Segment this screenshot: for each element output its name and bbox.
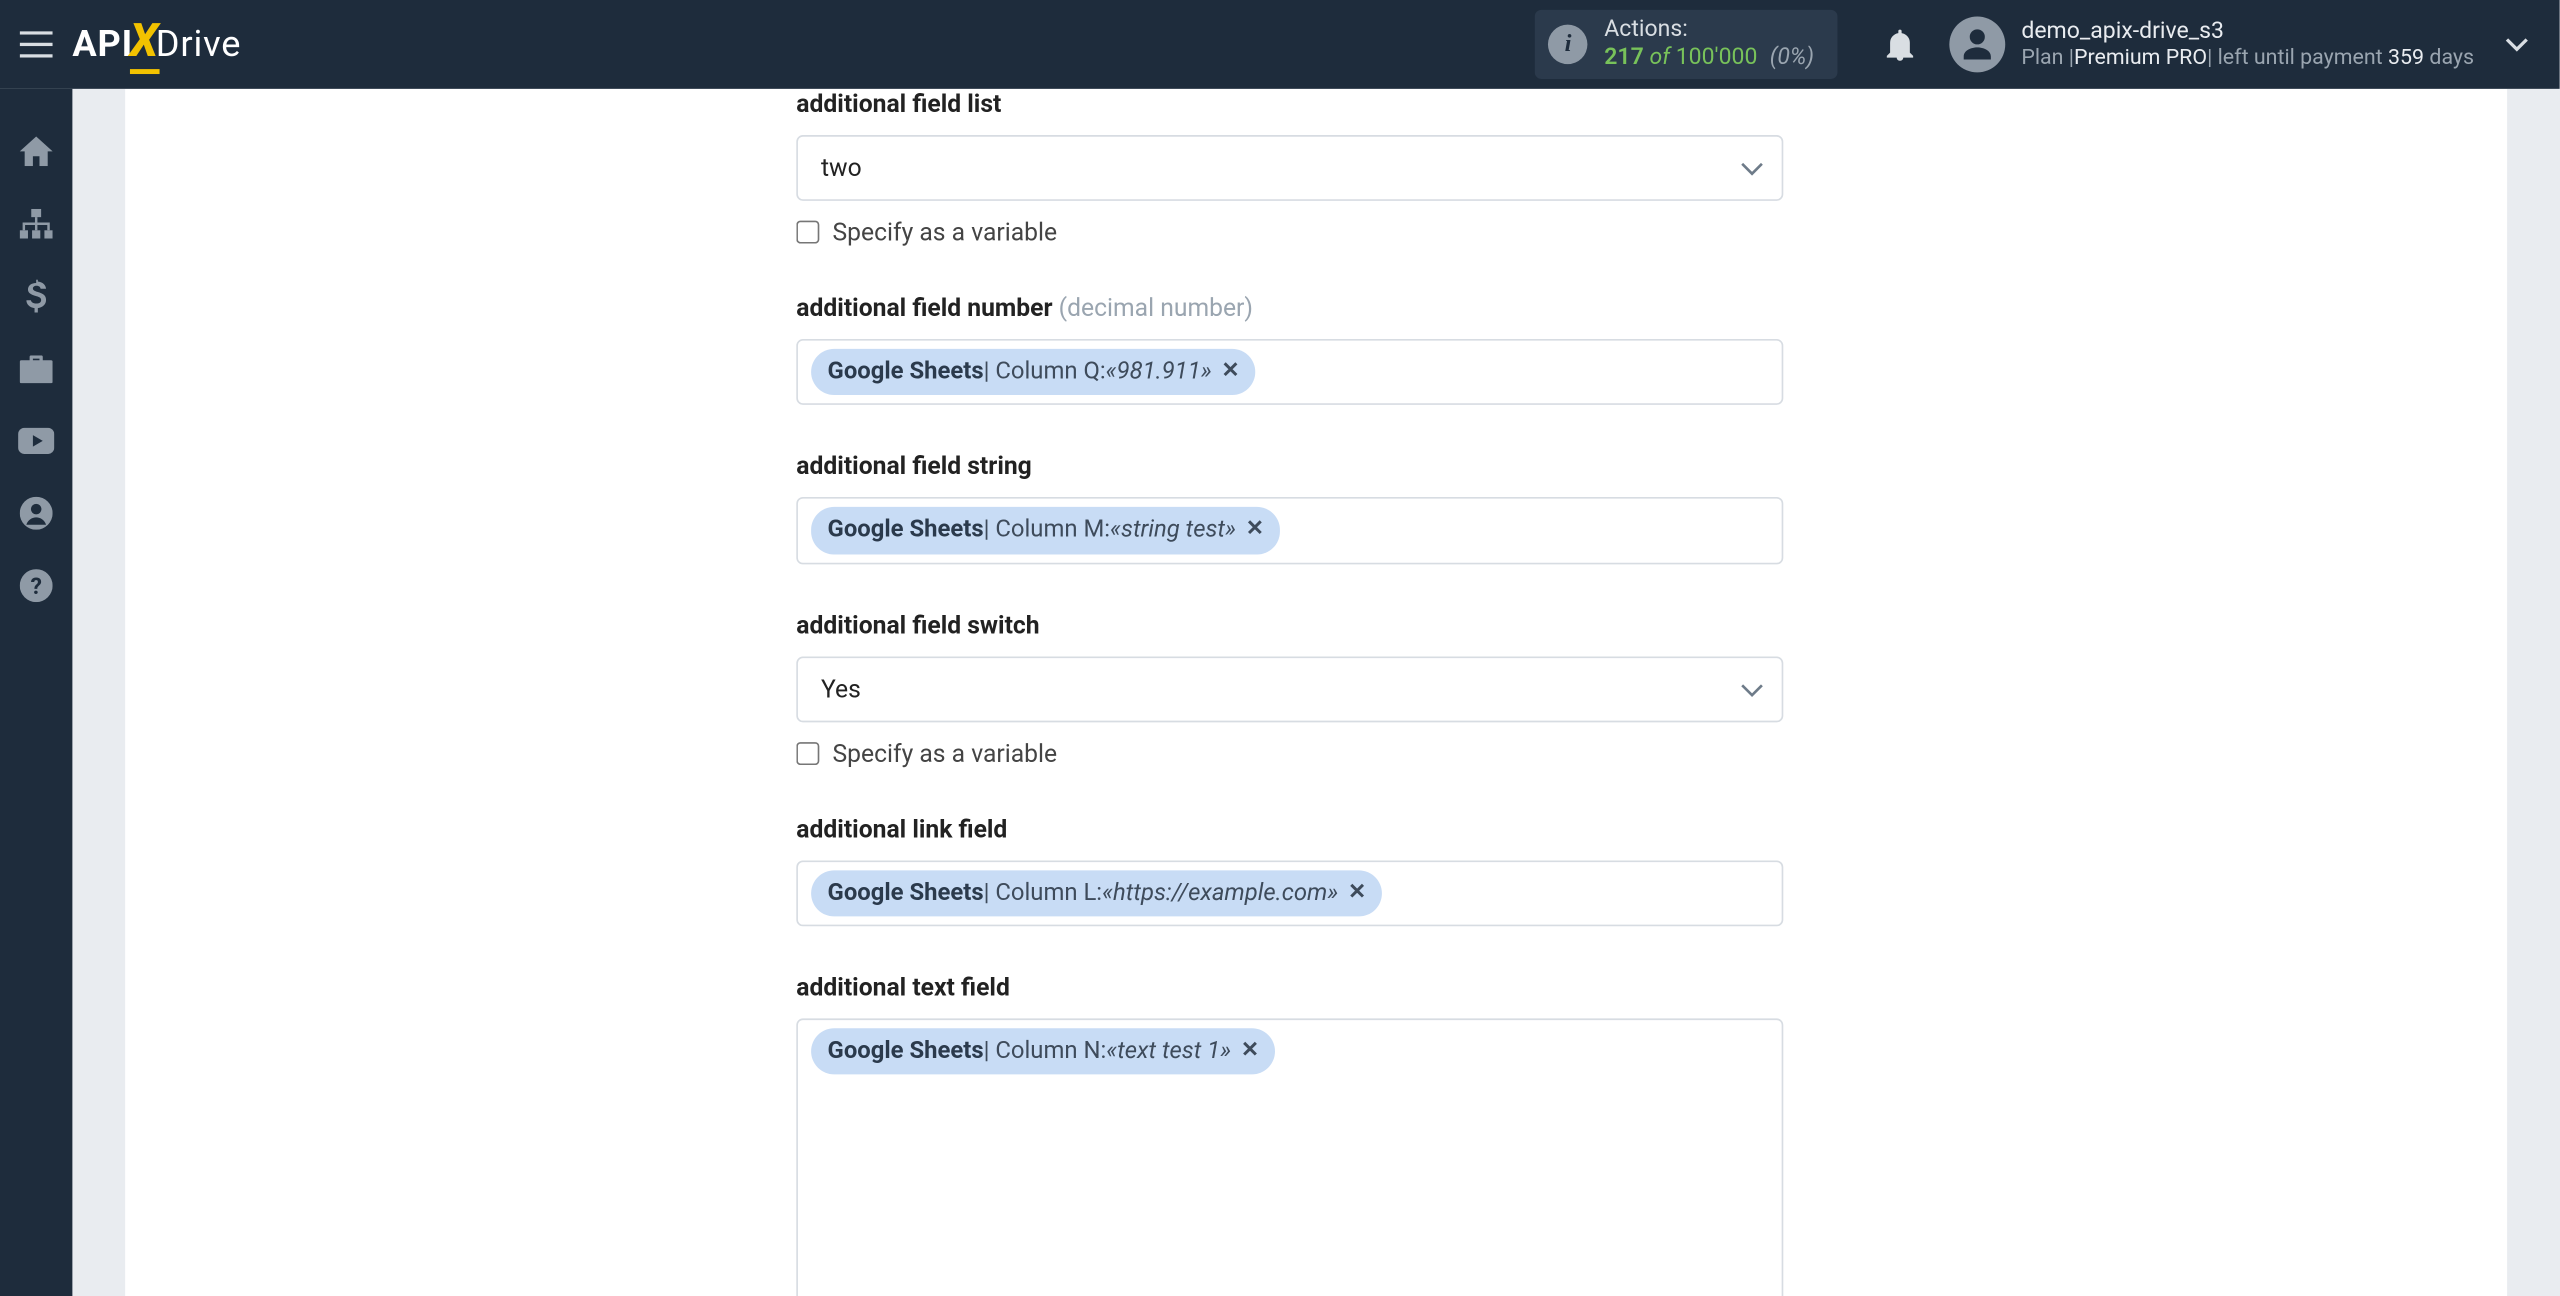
- field-switch-label: additional field switch: [796, 610, 1783, 640]
- field-string-tag[interactable]: Google Sheets | Column M: «string test» …: [811, 507, 1280, 554]
- user-menu-toggle[interactable]: [2484, 37, 2550, 52]
- field-link-tag[interactable]: Google Sheets | Column L: «https://examp…: [811, 870, 1382, 917]
- sidebar-item-briefcase[interactable]: [0, 336, 72, 402]
- dollar-icon: [26, 280, 46, 313]
- hamburger-icon: [20, 31, 53, 57]
- sidebar-item-video[interactable]: [0, 408, 72, 474]
- field-switch-select[interactable]: Yes: [796, 656, 1783, 722]
- form-panel: additional field list two Specify as a v…: [428, 89, 2205, 1296]
- field-number-label: additional field number (decimal number): [796, 293, 1783, 323]
- sidebar-item-connections[interactable]: [0, 191, 72, 257]
- sidebar-item-home[interactable]: [0, 118, 72, 184]
- briefcase-icon: [20, 354, 53, 382]
- field-string-input[interactable]: Google Sheets | Column M: «string test» …: [796, 497, 1783, 563]
- sidebar-item-billing[interactable]: [0, 263, 72, 329]
- field-switch-variable-checkbox[interactable]: [796, 741, 819, 764]
- actions-box[interactable]: i Actions: 217 of 100'000 (0%): [1535, 10, 1837, 79]
- field-list: additional field list two Specify as a v…: [796, 89, 1783, 247]
- field-link-input[interactable]: Google Sheets | Column L: «https://examp…: [796, 860, 1783, 926]
- field-text-tag[interactable]: Google Sheets | Column N: «text test 1» …: [811, 1028, 1275, 1075]
- field-text-tag-remove[interactable]: ✕: [1241, 1036, 1259, 1066]
- field-number-hint: (decimal number): [1059, 293, 1253, 323]
- field-text-input[interactable]: Google Sheets | Column N: «text test 1» …: [796, 1018, 1783, 1296]
- youtube-icon: [18, 428, 54, 454]
- field-list-value: two: [796, 135, 1783, 201]
- user-plan: Plan |Premium PRO| left until payment 35…: [2021, 45, 2474, 71]
- actions-total: 100'000: [1676, 44, 1758, 70]
- field-number-tag[interactable]: Google Sheets | Column Q: «981.911» ✕: [811, 349, 1256, 396]
- notifications-button[interactable]: [1867, 28, 1933, 61]
- field-switch-value: Yes: [796, 656, 1783, 722]
- actions-of: of: [1649, 44, 1670, 70]
- actions-label: Actions:: [1604, 17, 1814, 45]
- logo-x: X: [130, 12, 159, 73]
- field-number: additional field number (decimal number)…: [796, 293, 1783, 405]
- logo-api: API: [72, 24, 133, 65]
- avatar[interactable]: [1949, 16, 2005, 72]
- topbar: APIXDrive i Actions: 217 of 100'000 (0%)…: [0, 0, 2560, 89]
- field-switch-variable-label[interactable]: Specify as a variable: [832, 738, 1057, 768]
- menu-toggle[interactable]: [0, 0, 72, 89]
- field-switch: additional field switch Yes Specify as a…: [796, 610, 1783, 768]
- field-link-tag-remove[interactable]: ✕: [1348, 878, 1366, 908]
- user-block[interactable]: demo_apix-drive_s3 Plan |Premium PRO| le…: [2021, 18, 2474, 71]
- field-number-input[interactable]: Google Sheets | Column Q: «981.911» ✕: [796, 339, 1783, 405]
- page: additional field list two Specify as a v…: [125, 89, 2507, 1296]
- field-list-variable-checkbox[interactable]: [796, 220, 819, 243]
- logo[interactable]: APIXDrive: [72, 14, 241, 75]
- logo-drive: Drive: [156, 24, 241, 65]
- field-list-select[interactable]: two: [796, 135, 1783, 201]
- svg-text:?: ?: [30, 573, 41, 600]
- field-number-tag-remove[interactable]: ✕: [1221, 357, 1239, 387]
- field-string-label: additional field string: [796, 451, 1783, 481]
- field-text: additional text field Google Sheets | Co…: [796, 972, 1783, 1296]
- field-link: additional link field Google Sheets | Co…: [796, 814, 1783, 926]
- actions-pct: (0%): [1770, 44, 1814, 70]
- info-icon: i: [1548, 25, 1587, 64]
- sidebar: ?: [0, 89, 72, 1296]
- field-string-tag-remove[interactable]: ✕: [1246, 515, 1264, 545]
- user-icon: [1959, 26, 1995, 62]
- bell-icon: [1885, 28, 1915, 61]
- sidebar-item-account[interactable]: [0, 480, 72, 546]
- field-text-label: additional text field: [796, 972, 1783, 1002]
- field-list-variable-label[interactable]: Specify as a variable: [832, 217, 1057, 247]
- chevron-down-icon: [2505, 37, 2528, 52]
- field-string: additional field string Google Sheets | …: [796, 451, 1783, 563]
- user-circle-icon: [20, 497, 53, 530]
- help-icon: ?: [20, 569, 53, 602]
- main-scroll[interactable]: additional field list two Specify as a v…: [72, 89, 2559, 1296]
- sidebar-item-help[interactable]: ?: [0, 553, 72, 619]
- sitemap-icon: [20, 209, 53, 239]
- field-link-label: additional link field: [796, 814, 1783, 844]
- home-icon: [20, 137, 53, 167]
- field-list-label: additional field list: [796, 89, 1783, 119]
- actions-count: 217: [1604, 44, 1643, 70]
- actions-text: Actions: 217 of 100'000 (0%): [1604, 17, 1814, 72]
- user-name: demo_apix-drive_s3: [2021, 18, 2474, 46]
